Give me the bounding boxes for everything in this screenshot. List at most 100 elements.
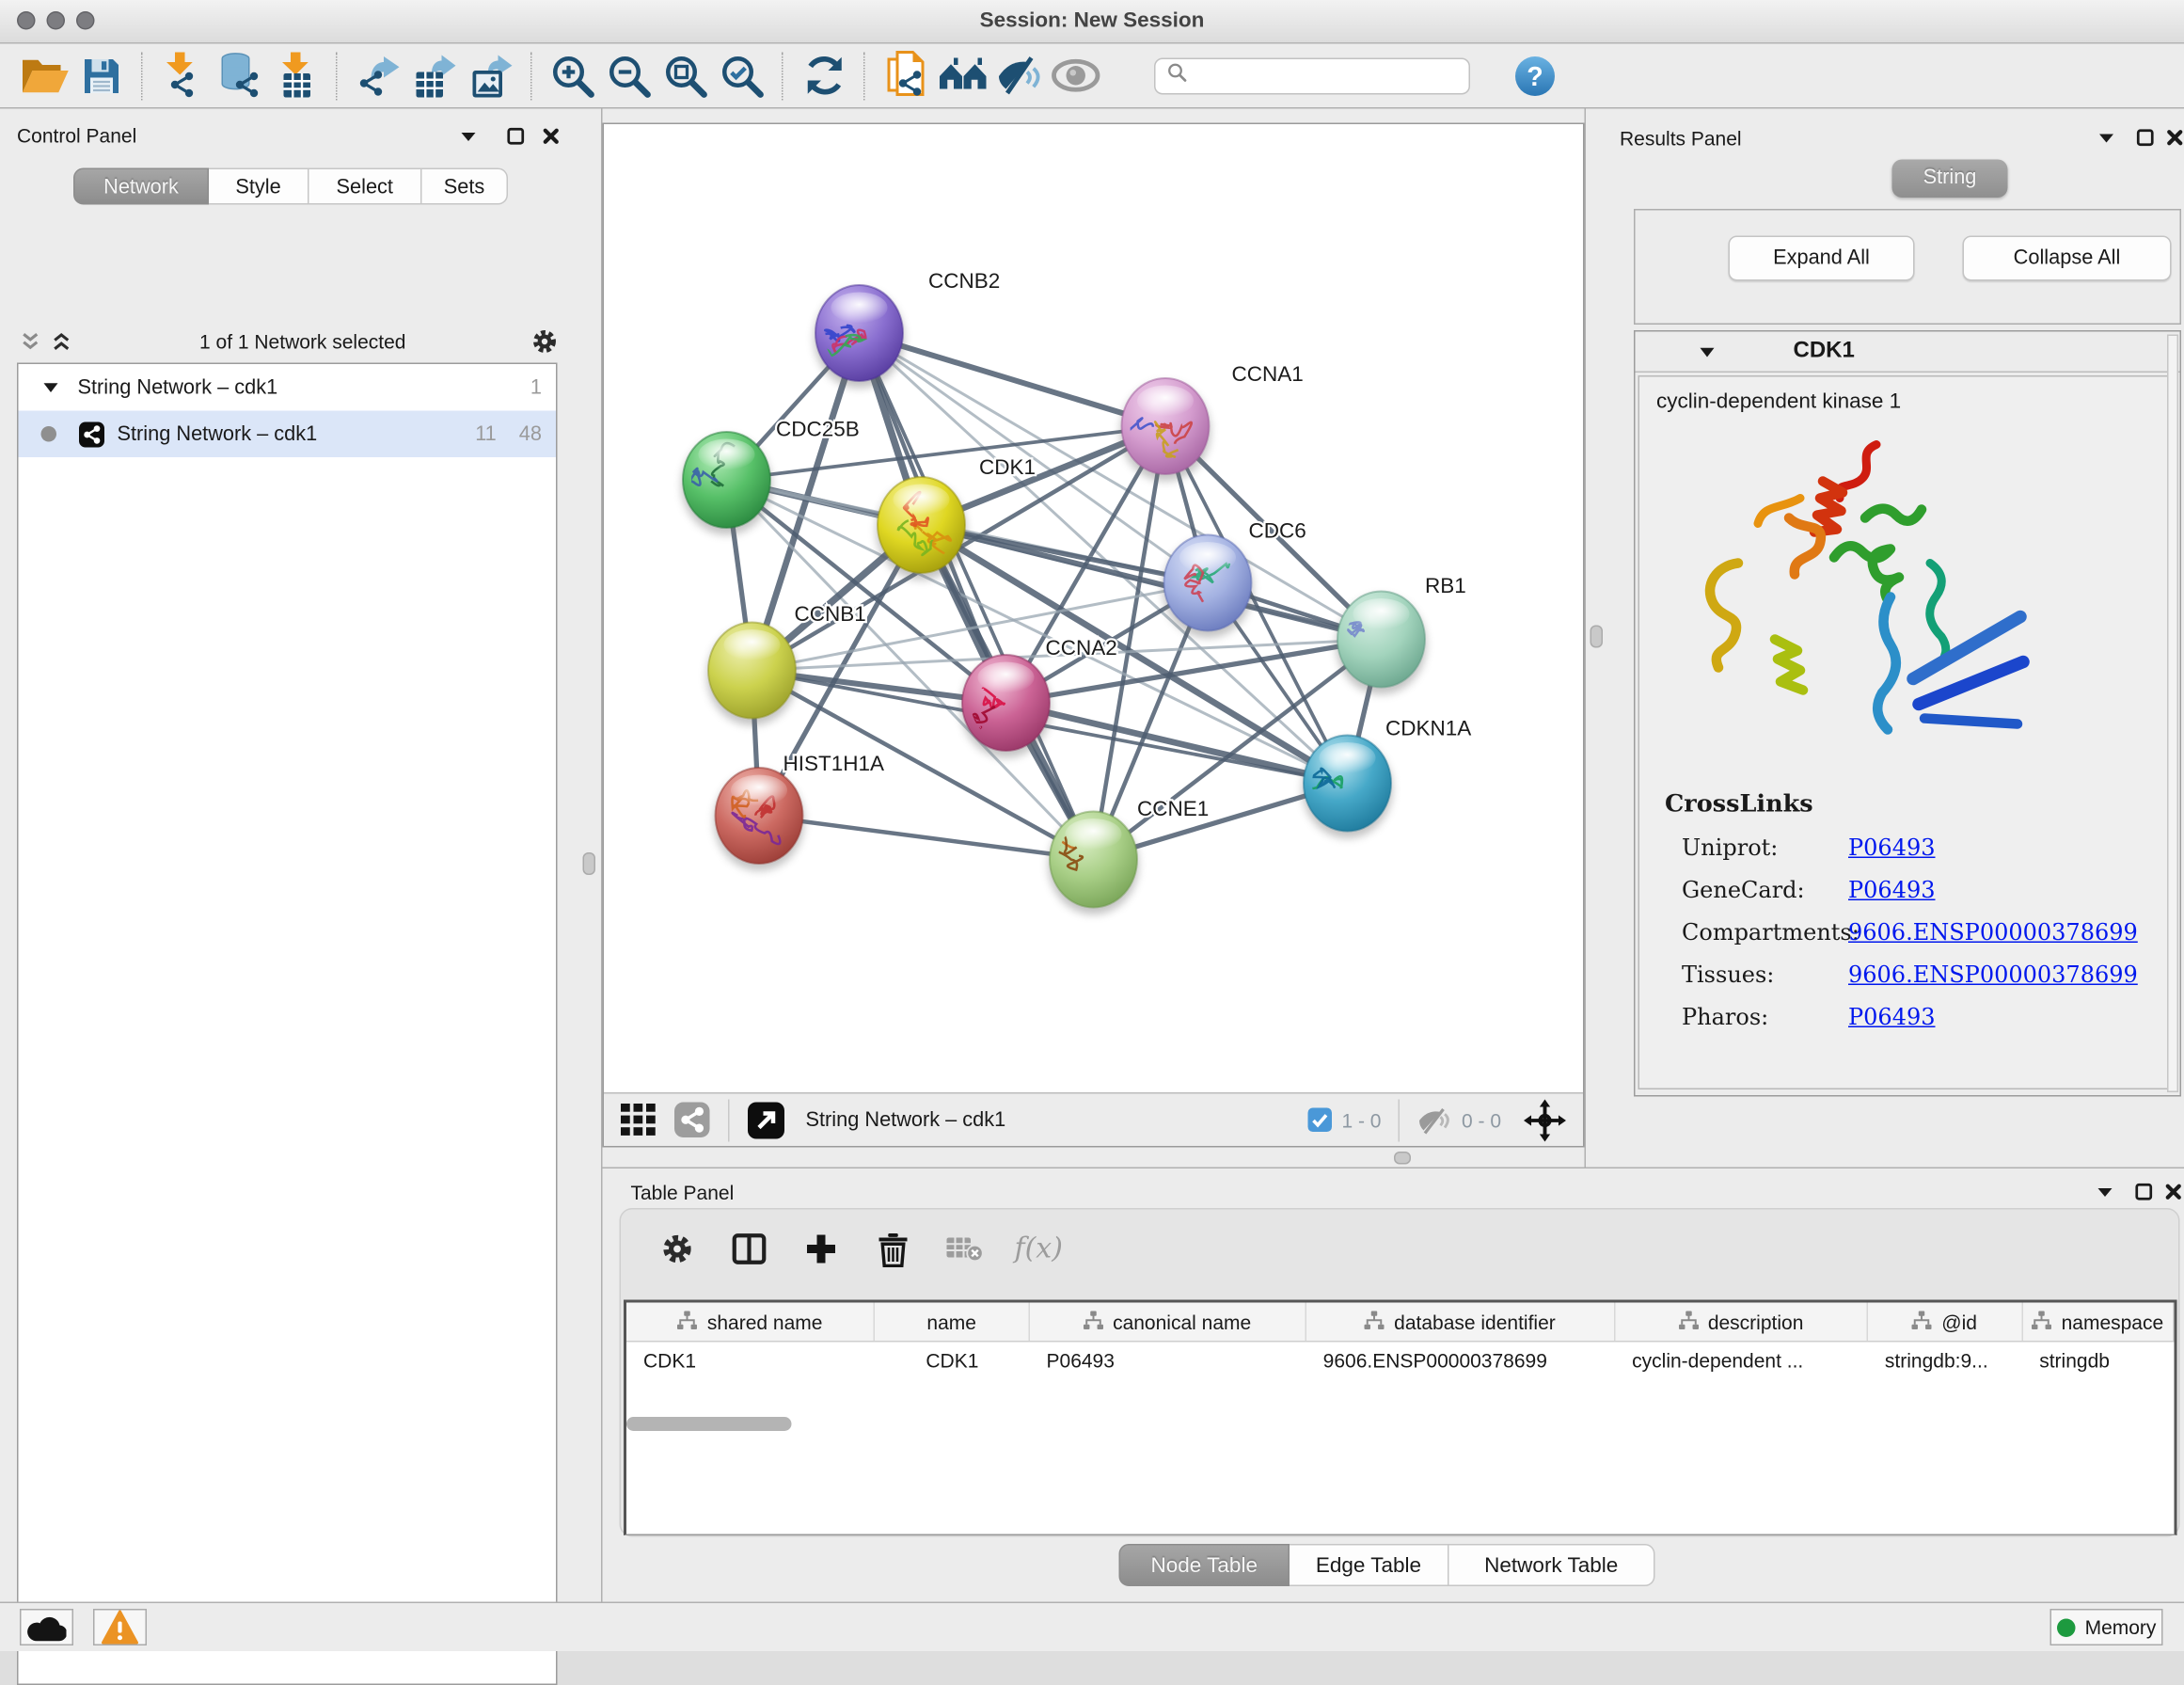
control-panel-float-icon[interactable]	[502, 123, 528, 149]
tab-network[interactable]: Network	[73, 168, 209, 205]
import-database-icon[interactable]	[212, 49, 268, 103]
table-panel-close-icon[interactable]	[2160, 1179, 2184, 1204]
collapse-all-icon[interactable]	[17, 329, 42, 355]
control-panel-close-icon[interactable]	[538, 123, 563, 149]
crosslink-value[interactable]: 9606.ENSP00000378699	[1848, 919, 2138, 946]
import-table-icon[interactable]	[268, 49, 324, 103]
column-header-database-identifier[interactable]: database identifier	[1306, 1303, 1616, 1342]
table-panel-float-icon[interactable]	[2130, 1179, 2156, 1204]
show-items-icon[interactable]	[1047, 49, 1103, 103]
table-panel-menu-icon[interactable]	[2093, 1180, 2118, 1205]
tab-string[interactable]: String	[1892, 160, 2008, 199]
share-badge-gray-icon[interactable]	[672, 1100, 711, 1139]
table-header-row: shared namenamecanonical namedatabase id…	[626, 1303, 2175, 1343]
share-document-icon[interactable]	[878, 49, 934, 103]
zoom-selected-icon[interactable]	[714, 49, 770, 103]
zoom-in-icon[interactable]	[545, 49, 601, 103]
crosslink-value[interactable]: 9606.ENSP00000378699	[1848, 962, 2138, 989]
network-options-gear-icon[interactable]	[532, 329, 558, 355]
column-header-canonical-name[interactable]: canonical name	[1030, 1303, 1306, 1342]
network-node-rb1[interactable]: RB1	[1337, 574, 1466, 694]
tab-node-table[interactable]: Node Table	[1119, 1544, 1290, 1586]
table-cell[interactable]: CDK1	[875, 1349, 1029, 1372]
shared-column-icon	[1678, 1311, 1698, 1333]
warning-icon[interactable]	[93, 1609, 147, 1645]
table-cell[interactable]: stringdb:9...	[1868, 1349, 2022, 1372]
collection-expander-icon[interactable]	[39, 374, 64, 400]
results-panel-float-icon[interactable]	[2132, 124, 2158, 150]
hide-items-icon[interactable]	[990, 49, 1047, 103]
grid9-icon[interactable]	[618, 1100, 657, 1139]
memory-button[interactable]: Memory	[2050, 1609, 2163, 1645]
tab-edge-table[interactable]: Edge Table	[1290, 1544, 1449, 1586]
column-header-namespace[interactable]: namespace	[2022, 1303, 2174, 1342]
table-cell[interactable]: P06493	[1030, 1349, 1306, 1372]
control-panel-menu-icon[interactable]	[456, 124, 482, 150]
import-network-icon[interactable]	[155, 49, 212, 103]
selected-checkbox-icon[interactable]	[1307, 1107, 1333, 1133]
table-cell[interactable]: 9606.ENSP00000378699	[1306, 1349, 1615, 1372]
toolbar-separator	[336, 52, 339, 100]
string-network-icon	[79, 421, 104, 447]
zoom-fit-icon[interactable]	[657, 49, 714, 103]
open-in-window-icon[interactable]	[747, 1100, 786, 1139]
network-node-ccna1[interactable]: CCNA1	[1114, 362, 1304, 481]
table-cell[interactable]: CDK1	[626, 1349, 875, 1372]
horizontal-splitter-grip[interactable]	[1394, 1152, 1411, 1165]
control-panel-tabs: NetworkStyleSelectSets	[73, 168, 508, 205]
crosslink-value[interactable]: P06493	[1848, 877, 1936, 904]
results-panel-menu-icon[interactable]	[2094, 126, 2119, 151]
protein-card-header[interactable]: CDK1	[1636, 332, 2180, 374]
selected-counts: 1 - 0	[1341, 1108, 1381, 1131]
expand-all-icon[interactable]	[48, 329, 73, 355]
column-header--id[interactable]: @id	[1868, 1303, 2022, 1342]
results-panel-close-icon[interactable]	[2161, 124, 2184, 150]
zoom-out-icon[interactable]	[601, 49, 657, 103]
network-node-cdc6[interactable]: CDC6	[1163, 519, 1306, 639]
left-splitter-grip[interactable]	[583, 852, 596, 875]
houses-icon[interactable]	[934, 49, 990, 103]
export-image-icon[interactable]	[463, 49, 519, 103]
trash-icon[interactable]	[857, 1224, 929, 1275]
add-icon[interactable]	[784, 1224, 857, 1275]
expand-all-button[interactable]: Expand All	[1729, 236, 1915, 281]
open-folder-icon[interactable]	[17, 49, 73, 103]
tab-select[interactable]: Select	[309, 168, 422, 205]
crosslink-value[interactable]: P06493	[1848, 1004, 1936, 1031]
shared-column-icon	[1365, 1311, 1385, 1333]
gear-icon[interactable]	[641, 1224, 713, 1275]
columns-icon[interactable]	[713, 1224, 785, 1275]
hidden-items-icon[interactable]	[1416, 1107, 1453, 1133]
table-row[interactable]: CDK1CDK1P064939606.ENSP00000378699cyclin…	[626, 1343, 2175, 1379]
tab-style[interactable]: Style	[209, 168, 309, 205]
shared-column-icon	[2032, 1311, 2051, 1333]
cloud-icon[interactable]	[20, 1609, 73, 1645]
column-header-description[interactable]: description	[1615, 1303, 1868, 1342]
search-box[interactable]	[1154, 57, 1470, 94]
protein-expander-icon[interactable]	[1695, 339, 1720, 364]
search-input[interactable]	[1195, 64, 1458, 88]
network-row-selected[interactable]: String Network – cdk1 11 48	[19, 411, 557, 458]
network-canvas[interactable]: CCNB2CCNA1CDC25BCDK1CDC6RB1CCNB1CCNA2CDK…	[604, 124, 1583, 1092]
right-splitter-grip[interactable]	[1591, 626, 1604, 648]
column-header-name[interactable]: name	[875, 1303, 1029, 1342]
tab-sets[interactable]: Sets	[422, 168, 509, 205]
table-cell[interactable]: stringdb	[2022, 1349, 2174, 1372]
network-node-ccne1[interactable]: CCNE1	[1033, 797, 1209, 914]
save-icon[interactable]	[73, 49, 130, 103]
table-cell[interactable]: cyclin-dependent ...	[1615, 1349, 1868, 1372]
collapse-all-button[interactable]: Collapse All	[1963, 236, 2172, 281]
results-scrollbar[interactable]	[2167, 335, 2178, 1093]
network-node-hist1h1a[interactable]: HIST1H1A	[714, 752, 884, 871]
tab-network-table[interactable]: Network Table	[1449, 1544, 1655, 1586]
table-hscrollbar[interactable]	[626, 1417, 792, 1431]
refresh-icon[interactable]	[796, 49, 852, 103]
crosslink-value[interactable]: P06493	[1848, 835, 1936, 862]
export-network-icon[interactable]	[350, 49, 406, 103]
node-table[interactable]: shared namenamecanonical namedatabase id…	[624, 1300, 2177, 1536]
network-collection-row[interactable]: String Network – cdk1 1	[19, 364, 557, 411]
column-header-shared-name[interactable]: shared name	[626, 1303, 875, 1342]
pan-mode-icon[interactable]	[1521, 1097, 1569, 1142]
export-table-icon[interactable]	[406, 49, 463, 103]
help-icon[interactable]: ?	[1507, 49, 1563, 103]
